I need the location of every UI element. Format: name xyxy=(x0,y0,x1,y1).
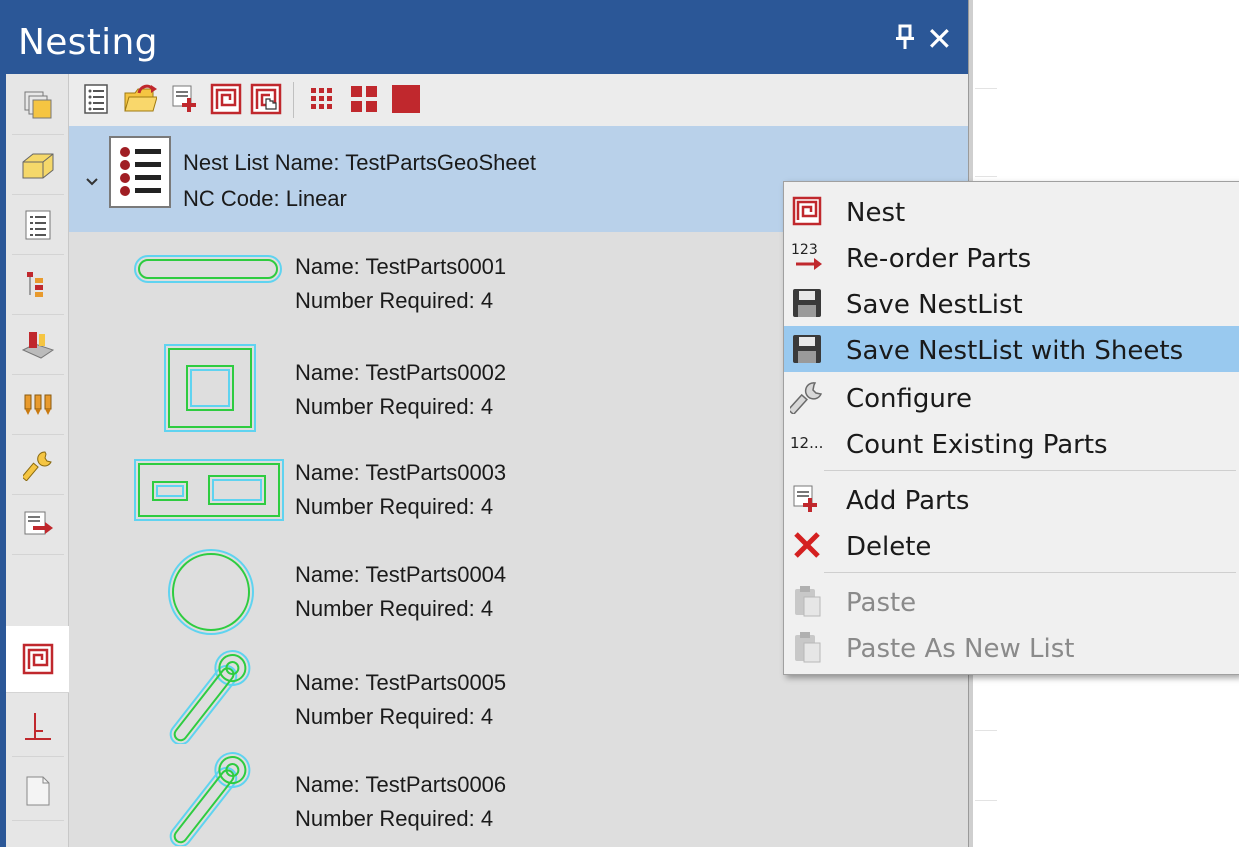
nest-list-icon xyxy=(109,136,171,208)
part-name: Name: TestParts0003 xyxy=(295,460,507,485)
part-required: Number Required: 4 xyxy=(295,394,494,419)
part-item[interactable]: Name: TestParts0002 Number Required: 4 xyxy=(69,342,789,446)
layers-icon[interactable] xyxy=(12,76,64,135)
add-parts-icon[interactable] xyxy=(169,82,203,116)
menu-item-paste-as-new-list[interactable]: Paste As New List xyxy=(784,624,1239,670)
large-square-icon[interactable] xyxy=(389,82,423,116)
open-folder-icon[interactable] xyxy=(123,82,157,116)
small-grid-icon[interactable] xyxy=(305,82,339,116)
nest-list-icon[interactable] xyxy=(79,82,113,116)
axis-icon[interactable] xyxy=(12,698,64,757)
part-item[interactable]: Name: TestParts0006 Number Required: 4 xyxy=(69,752,789,856)
menu-item-add-parts[interactable]: Add Parts xyxy=(784,476,1239,522)
document-icon[interactable] xyxy=(12,762,64,821)
menu-separator xyxy=(824,572,1236,573)
part-shape-plate xyxy=(134,459,284,521)
export-icon[interactable] xyxy=(12,496,64,555)
canvas-tick xyxy=(975,730,997,731)
tree-icon[interactable] xyxy=(12,256,64,315)
nesting-icon[interactable] xyxy=(6,626,69,693)
nest-list-name: Nest List Name: TestPartsGeoSheet xyxy=(183,150,536,175)
save-icon xyxy=(790,332,824,366)
svg-text:12...: 12... xyxy=(790,434,823,452)
reorder-icon: 123 xyxy=(790,240,824,274)
part-shape-disc xyxy=(168,549,254,635)
part-required: Number Required: 4 xyxy=(295,704,494,729)
menu-item-configure[interactable]: Configure xyxy=(784,374,1239,420)
left-toolbar xyxy=(6,74,69,847)
part-shape-frame xyxy=(164,344,256,432)
part-shape-keyhole xyxy=(169,752,251,846)
svg-text:123: 123 xyxy=(791,242,818,258)
nest-nc-code: NC Code: Linear xyxy=(183,186,347,211)
part-name: Name: TestParts0002 xyxy=(295,360,507,385)
add-parts-icon xyxy=(790,482,824,516)
canvas-tick xyxy=(975,800,997,801)
context-menu: Nest 123 Re-order Parts Save NestList Sa… xyxy=(783,181,1239,675)
list-icon[interactable] xyxy=(12,196,64,255)
menu-item-reorder-parts[interactable]: 123 Re-order Parts xyxy=(784,234,1239,280)
chevron-down-icon[interactable] xyxy=(85,170,99,193)
wrench-icon xyxy=(790,380,824,414)
nest-icon[interactable] xyxy=(209,82,243,116)
part-name: Name: TestParts0005 xyxy=(295,670,507,695)
part-item[interactable]: Name: TestParts0003 Number Required: 4 xyxy=(69,456,789,560)
part-item[interactable]: Name: TestParts0004 Number Required: 4 xyxy=(69,546,789,650)
menu-item-paste[interactable]: Paste xyxy=(784,578,1239,624)
medium-grid-icon[interactable] xyxy=(347,82,381,116)
part-item[interactable]: Name: TestParts0001 Number Required: 4 xyxy=(69,244,789,348)
part-shape-slot xyxy=(134,255,282,283)
close-icon[interactable]: ✕ xyxy=(926,20,953,58)
machining-icon[interactable] xyxy=(12,316,64,375)
menu-item-delete[interactable]: Delete xyxy=(784,522,1239,568)
menu-item-save-nestlist-with-sheets[interactable]: Save NestList with Sheets xyxy=(784,326,1239,372)
canvas-tick xyxy=(975,176,997,177)
part-name: Name: TestParts0006 xyxy=(295,772,507,797)
save-icon xyxy=(790,286,824,320)
part-item[interactable]: Name: TestParts0005 Number Required: 4 xyxy=(69,650,789,754)
part-required: Number Required: 4 xyxy=(295,596,494,621)
nesting-toolbar xyxy=(69,74,968,126)
box-icon[interactable] xyxy=(12,136,64,195)
nest-icon xyxy=(790,194,824,228)
menu-item-save-nestlist[interactable]: Save NestList xyxy=(784,280,1239,326)
part-name: Name: TestParts0004 xyxy=(295,562,507,587)
part-required: Number Required: 4 xyxy=(295,806,494,831)
menu-separator xyxy=(824,470,1236,471)
paste-icon xyxy=(790,584,824,618)
tools-icon[interactable] xyxy=(12,376,64,435)
pin-icon[interactable] xyxy=(894,24,916,57)
part-name: Name: TestParts0001 xyxy=(295,254,507,279)
delete-icon xyxy=(790,528,824,562)
nest-manual-icon[interactable] xyxy=(249,82,283,116)
toolbar-separator xyxy=(293,82,294,118)
menu-item-count-existing-parts[interactable]: 12... Count Existing Parts xyxy=(784,420,1239,466)
part-shape-keyhole xyxy=(169,650,251,744)
canvas-tick xyxy=(975,88,997,89)
wrench-icon[interactable] xyxy=(12,436,64,495)
part-required: Number Required: 4 xyxy=(295,494,494,519)
panel-title: Nesting xyxy=(18,22,158,63)
paste-icon xyxy=(790,630,824,664)
menu-item-nest[interactable]: Nest xyxy=(784,188,1239,234)
part-required: Number Required: 4 xyxy=(295,288,494,313)
count-icon: 12... xyxy=(790,426,824,460)
panel-title-bar: Nesting ✕ xyxy=(6,0,968,74)
